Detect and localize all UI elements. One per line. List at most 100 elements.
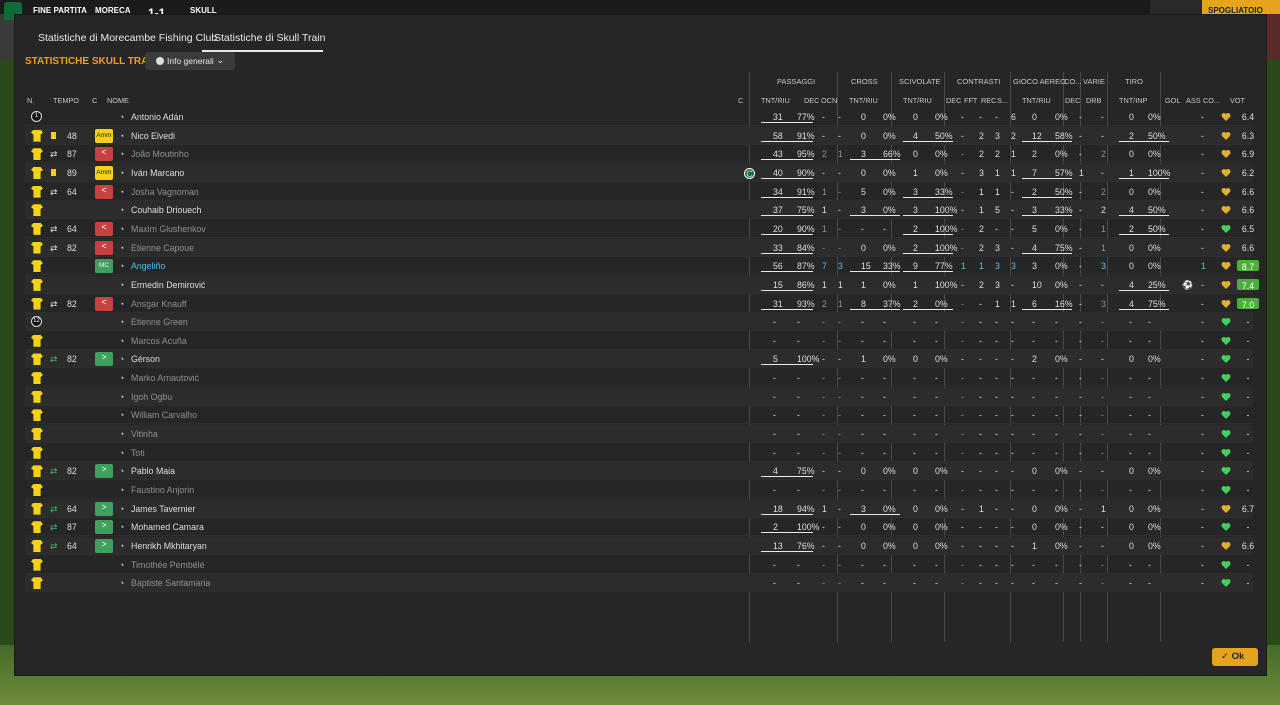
table-row[interactable]: ⇄ 64 > ◔ Henrikh Mkhitaryan 13 76% - -0 0% 0 0% - - - -…	[25, 536, 1254, 555]
header-ass[interactable]: ASS	[1186, 96, 1201, 105]
topbar-close[interactable]	[1176, 0, 1202, 14]
header-pass-dec[interactable]: DEC	[804, 96, 819, 105]
header-aereo-tnt-riu[interactable]: TNT/RIU	[1022, 96, 1051, 105]
table-row[interactable]: ⇄ 82 < ◔ Etienne Capoue 33 84% - -0 0% 2 100% -2 3-4 7…	[25, 238, 1254, 257]
stat-cell: -	[1079, 298, 1082, 309]
stat-cell: 0%	[883, 279, 896, 290]
player-name[interactable]: João Moutinho	[131, 149, 189, 159]
player-name[interactable]: Ermedin Demirović	[131, 280, 205, 290]
sub-in-badge: >	[95, 520, 113, 535]
table-row[interactable]: 48 Amm ◔ Nico Elvedi 58 91% - -0 0% 4 50% -2 3 2 12 58%…	[25, 126, 1254, 145]
stat-cell: -	[861, 410, 864, 421]
stat-cell: -	[995, 429, 998, 440]
table-row[interactable]: ◔ Baptiste Santamaria - - - - - - - - - - - - - - - - - - - -	[25, 574, 1253, 593]
topbar-control[interactable]	[1150, 0, 1176, 14]
player-name[interactable]: Etienne Green	[131, 317, 188, 327]
header-co-dec[interactable]: DEC	[1065, 96, 1080, 105]
stat-cell: 5	[1032, 223, 1037, 234]
table-row[interactable]: ⇄ 64 < ◔ Maxim Glushenkov 20 90% 1- - -2 100% -2- -5…	[25, 220, 1254, 238]
header-sciv-tnt-riu[interactable]: TNT/RIU	[903, 96, 932, 105]
table-row[interactable]: ◔ Marcos Acuña - - - - - - - - - - - - - - - - - - - -	[25, 332, 1253, 350]
player-name[interactable]: Igoh Ogbu	[131, 392, 172, 402]
player-name[interactable]: Nico Elvedi	[131, 131, 175, 141]
header-rec[interactable]: REC	[981, 96, 996, 105]
table-row[interactable]: ⇄ 64 < ◔ Josha Vagnoman 34 91% 1-5 0% 3 33% -1 1-2 50…	[25, 183, 1254, 201]
player-name[interactable]: Maxim Glushenkov	[131, 224, 206, 234]
tab-home-stats[interactable]: Statistiche di Morecambe Fishing Club	[38, 32, 217, 44]
player-rating: -	[1246, 373, 1250, 384]
header-vot[interactable]: VOT	[1230, 96, 1245, 105]
jersey-icon	[31, 409, 43, 422]
ok-button[interactable]: ✓ Ok	[1212, 648, 1258, 666]
header-contr-dec[interactable]: DEC	[946, 96, 961, 105]
player-name[interactable]: Etienne Capoue	[131, 243, 194, 253]
header-drb[interactable]: DRB	[1086, 96, 1101, 105]
person-icon: ◔	[119, 205, 125, 216]
stat-cell: -	[1201, 522, 1204, 533]
table-row[interactable]: ⇄ 82 < ◔ Ansgar Knauff 31 93% 2 1 8 37% 2 0% - -1 1 6 16%…	[25, 295, 1259, 313]
table-row[interactable]: ◔ William Carvalho - - - - - - - - - - - - - - - - - - - -	[25, 406, 1253, 425]
table-row[interactable]: ⇄ 64 > ◔ James Tavernier 18 94% 1-3 0% 0 0% -1- -0 0%…	[25, 499, 1254, 518]
table-row[interactable]: ◔ Toti - - - - - - - - - - - - - - - - - - - -	[25, 444, 1253, 462]
stat-cell: -	[822, 242, 825, 253]
table-row[interactable]: ⇄ 87 < ◔ João Moutinho 43 95% 2 1 3 66% 0 0% -2 2 1 2 0% -…	[25, 145, 1254, 164]
header-tempo[interactable]: TEMPO	[53, 96, 79, 105]
table-row[interactable]: ◔ Etienne Green - - - - - - - - - - - - - - - - - - - -	[25, 313, 1253, 332]
table-row[interactable]: ◔ Marko Arnautović - - - - - - - - - - - - - - - - - - - -	[25, 369, 1253, 388]
table-row[interactable]: MC ◔ Angeliño 56 87% 7 3 15 33% 9 77% 1 1 3 3 3 0% -3 0 0% 1…	[25, 257, 1259, 276]
player-name[interactable]: Josha Vagnoman	[131, 187, 199, 197]
stat-cell: -	[822, 410, 825, 421]
player-name[interactable]: Mohamed Camara	[131, 522, 204, 532]
table-row[interactable]: ◔ Igoh Ogbu - - - - - - - - - - - - - - - - - - - -	[25, 387, 1253, 406]
stat-cell: -	[838, 391, 841, 402]
header-tnt-inp[interactable]: TNT/INP	[1119, 96, 1147, 105]
player-name[interactable]: Angeliño	[131, 261, 165, 271]
player-name[interactable]: Gérson	[131, 354, 160, 364]
table-row[interactable]: ⇄ 87 > ◔ Mohamed Camara 2 100% - -0 0% 0 0% - - - -0 0% -…	[25, 518, 1253, 537]
sub-out-badge: <	[95, 184, 113, 199]
dressing-room-button[interactable]: SPOGLIATOIO	[1202, 0, 1280, 15]
table-row[interactable]: ◔ Couhaib Driouech 37 75% 1-3 0% 3 100% -1 5-3 33%…	[25, 201, 1254, 220]
header-cross-tnt-riu[interactable]: TNT/RIU	[849, 96, 878, 105]
header-nome[interactable]: NOME	[107, 96, 129, 105]
stat-cell: 100%	[935, 242, 958, 253]
player-name[interactable]: Toti	[131, 448, 145, 458]
player-name[interactable]: Iván Marcano	[131, 168, 184, 178]
player-name[interactable]: Antonio Adán	[131, 112, 183, 122]
header-pass-ocn[interactable]: OCN	[821, 96, 837, 105]
player-name[interactable]: Henrikh Mkhitaryan	[131, 541, 207, 551]
table-row[interactable]: ⇄ 82 > ◔ Pablo Maia 4 75% - -0 0% 0 0% - - - -0 0% - -0 0% -…	[25, 462, 1253, 481]
player-name[interactable]: Baptiste Santamaria	[131, 578, 210, 588]
table-row[interactable]: ◔ Faustino Anjorin - - - - - - - - - - - - - - - - - - - -	[25, 481, 1253, 499]
stat-cell: -	[1011, 485, 1014, 495]
player-name[interactable]: James Tavernier	[131, 504, 195, 514]
header-co2[interactable]: CO...	[1203, 96, 1220, 105]
header-c[interactable]: C	[92, 96, 97, 105]
stat-cell: 1	[1101, 503, 1106, 514]
stat-cell: 0	[1129, 354, 1134, 365]
player-name[interactable]: Timothée Pembélé	[131, 560, 205, 570]
header-s[interactable]: S...	[997, 96, 1008, 105]
player-name[interactable]: Faustino Anjorin	[131, 485, 194, 495]
table-row[interactable]: ⇄ 82 > ◔ Gérson 5 100% - -1 0% 0 0% - - - -2 0% - -0 0% - -	[25, 350, 1253, 369]
player-name[interactable]: Ansgar Knauff	[131, 299, 187, 309]
table-row[interactable]: ◔ Ermedin Demirović 15 86% 1 1 1 0% 1 100% -2 3-10 0…	[25, 275, 1259, 294]
header-captain[interactable]: C	[738, 96, 743, 105]
player-name[interactable]: Marko Arnautović	[131, 373, 199, 383]
table-row[interactable]: 89 Amm ◔ Iván Marcano C 40 90% - -0 0% 1 0% -3 1 1 7 57%…	[25, 163, 1254, 182]
player-name[interactable]: William Carvalho	[131, 410, 197, 420]
player-name[interactable]: Pablo Maia	[131, 466, 175, 476]
table-row[interactable]: ◔Antonio Adán3177%--00%00%---600%--00%-6…	[25, 108, 1254, 126]
header-pass-tnt-riu[interactable]: TNT/RIU	[761, 96, 790, 105]
table-row[interactable]: ◔ Timothée Pembélé - - - - - - - - - - - - - - - - - - - -	[25, 556, 1253, 574]
tab-away-stats[interactable]: Statistiche di Skull Train	[214, 32, 325, 44]
table-row[interactable]: ◔ Vitinha - - - - - - - - - - - - - - - - - - - -	[25, 425, 1253, 444]
header-fft[interactable]: FFT	[964, 96, 977, 105]
header-n[interactable]: N.	[27, 96, 34, 105]
header-gol[interactable]: GOL	[1165, 96, 1180, 105]
player-name[interactable]: Vitinha	[131, 429, 158, 439]
view-dropdown[interactable]: Info generali ⌄	[145, 52, 235, 70]
stat-cell: 0%	[1055, 522, 1068, 533]
player-name[interactable]: Marcos Acuña	[131, 336, 187, 346]
player-name[interactable]: Couhaib Driouech	[131, 205, 201, 215]
